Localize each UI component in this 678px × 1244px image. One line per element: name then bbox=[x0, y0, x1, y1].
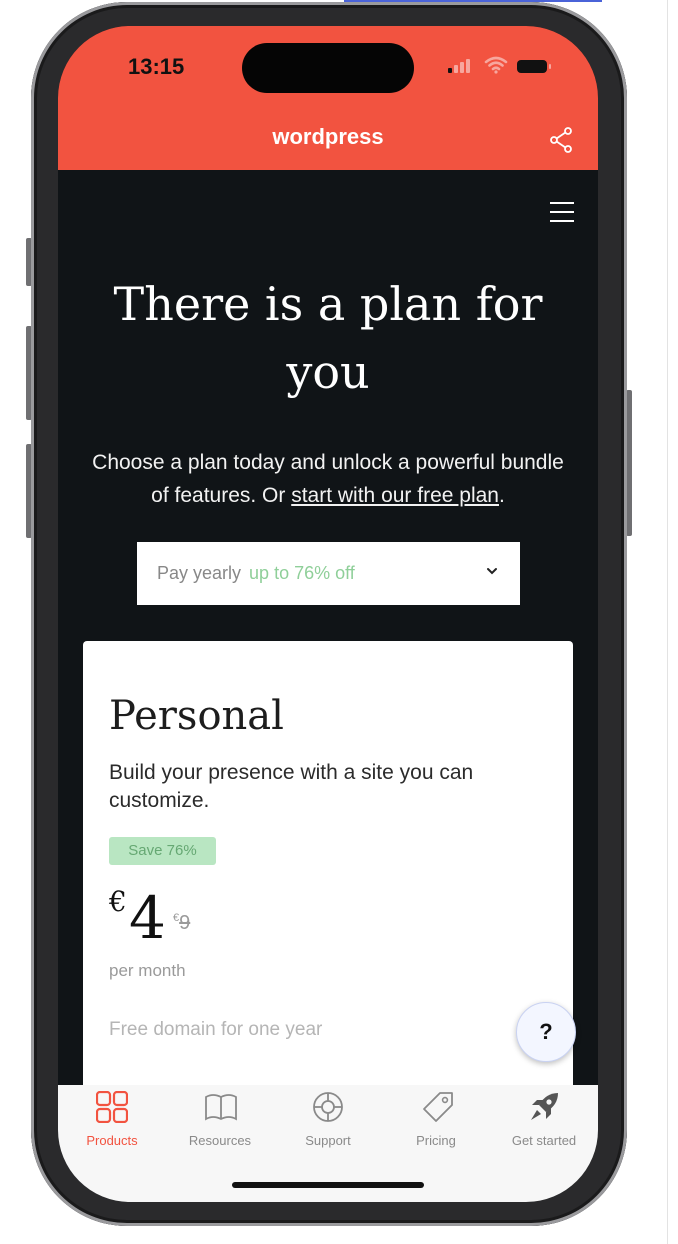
plan-name: Personal bbox=[109, 693, 284, 739]
chevron-down-icon bbox=[487, 568, 497, 575]
tab-label-support: Support bbox=[305, 1133, 351, 1148]
home-indicator[interactable] bbox=[232, 1182, 424, 1188]
hero-subtitle-suffix: . bbox=[498, 484, 505, 507]
old-price: €9 bbox=[173, 912, 190, 935]
status-bar: 13:15 bbox=[58, 26, 598, 100]
plan-feature: Free domain for one year bbox=[109, 1019, 323, 1040]
billing-selected-value: Pay yearly bbox=[157, 563, 242, 583]
page-divider bbox=[667, 0, 668, 1244]
free-plan-link[interactable]: start with our free plan bbox=[291, 484, 499, 507]
signal-icon bbox=[448, 59, 474, 73]
save-badge: Save 76% bbox=[109, 837, 216, 865]
app-header: wordpress bbox=[58, 100, 598, 170]
rocket-icon bbox=[531, 1093, 558, 1120]
tag-icon bbox=[423, 1092, 453, 1122]
wifi-icon bbox=[484, 56, 508, 74]
billing-period-select[interactable]: Pay yearly up to 76% off bbox=[137, 542, 520, 605]
lifebuoy-icon bbox=[313, 1092, 343, 1122]
help-button[interactable]: ? bbox=[516, 1002, 576, 1062]
share-icon[interactable] bbox=[549, 127, 573, 153]
hamburger-menu-icon[interactable] bbox=[550, 202, 574, 222]
price-period: per month bbox=[109, 961, 186, 980]
phone-frame: 13:15 wordpress There is a plan for you … bbox=[31, 2, 627, 1226]
billing-discount: up to 76% off bbox=[249, 563, 355, 583]
header-title: wordpress bbox=[272, 124, 384, 149]
old-price-value: 9 bbox=[179, 912, 191, 934]
tab-label-pricing: Pricing bbox=[416, 1133, 456, 1148]
tab-label-products: Products bbox=[86, 1133, 138, 1148]
grid-icon bbox=[96, 1091, 128, 1123]
tab-label-resources: Resources bbox=[188, 1133, 252, 1148]
plan-card-personal: Personal Build your presence with a site… bbox=[83, 641, 573, 1111]
tab-label-get-started: Get started bbox=[511, 1133, 577, 1148]
status-time: 13:15 bbox=[128, 54, 185, 79]
hero-subtitle: Choose a plan today and unlock a powerfu… bbox=[88, 446, 568, 512]
battery-icon bbox=[517, 60, 551, 73]
price-value: 4 bbox=[129, 884, 166, 952]
book-icon bbox=[205, 1094, 237, 1121]
dynamic-island bbox=[242, 43, 414, 93]
phone-screen: 13:15 wordpress There is a plan for you … bbox=[58, 26, 598, 1202]
plan-description: Build your presence with a site you can … bbox=[109, 761, 474, 812]
price-currency: € bbox=[109, 885, 127, 918]
hero-title: There is a plan for you bbox=[113, 277, 543, 399]
main-content: There is a plan for you Choose a plan to… bbox=[58, 170, 598, 1111]
